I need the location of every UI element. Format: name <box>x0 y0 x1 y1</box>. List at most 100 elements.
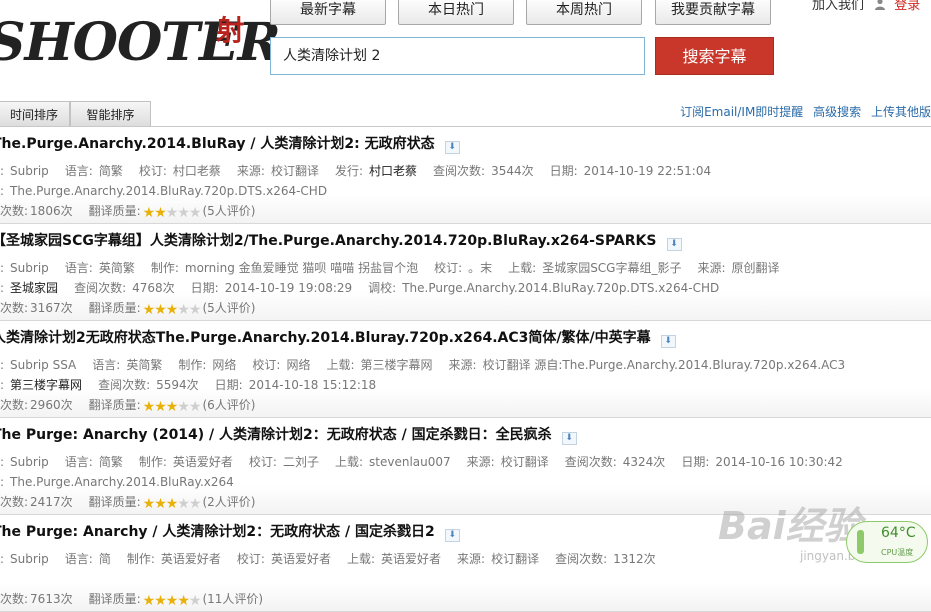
upload-link[interactable]: 上传其他版 <box>871 105 931 119</box>
meta-value[interactable]: 第三楼字幕网 <box>10 378 82 392</box>
star-filled-icon[interactable]: ★ <box>166 593 179 609</box>
meta-field: 调校: The.Purge.Anarchy.2014.BluRay.720p.DT… <box>368 279 719 296</box>
meta-value: 英简繁 <box>126 358 163 372</box>
meta-field: 校订: 。末 <box>434 259 492 276</box>
result-title-text[interactable]: 【圣城家园SCG字幕组】人类清除计划2/The.Purge.Anarchy.20… <box>0 233 657 249</box>
result-title-text[interactable]: 人类清除计划2无政府状态The.Purge.Anarchy.2014.Blura… <box>0 330 651 346</box>
download-icon[interactable]: ⬇ <box>666 238 682 251</box>
right-links: 订阅Email/IM即时提醒 高级搜索 上传其他版 <box>674 103 931 120</box>
result-stats-row: 载次数:3167次翻译质量:★★★★★(5人评价) <box>0 299 271 318</box>
join-link[interactable]: 加入我们 <box>812 0 864 13</box>
star-empty-icon[interactable]: ★ <box>189 302 202 318</box>
result-title[interactable]: The Purge: Anarchy / 人类清除计划2：无政府状态 / 国定杀… <box>0 521 460 542</box>
meta-label: 校订: <box>252 358 281 372</box>
star-filled-icon[interactable]: ★ <box>143 496 156 512</box>
download-icon[interactable]: ⬇ <box>561 432 577 445</box>
meta-value[interactable]: 第三楼字幕网 <box>361 358 433 372</box>
star-rating[interactable]: ★★★★★ <box>143 399 202 415</box>
result-title-text[interactable]: The Purge: Anarchy (2014) / 人类清除计划2：无政府状… <box>0 427 552 443</box>
download-count: 载次数:2417次 <box>0 493 73 510</box>
meta-label: 上载: <box>508 261 537 275</box>
download-icon[interactable]: ⬇ <box>444 141 460 154</box>
result-title[interactable]: 【圣城家园SCG字幕组】人类清除计划2/The.Purge.Anarchy.20… <box>0 230 682 251</box>
star-filled-icon[interactable]: ★ <box>166 302 179 318</box>
result-title-text[interactable]: The Purge: Anarchy / 人类清除计划2：无政府状态 / 国定杀… <box>0 524 435 540</box>
star-empty-icon[interactable]: ★ <box>177 205 190 221</box>
result-meta-row: 式:Subrip SSA语言:英简繁制作:网络校订:网络上载:第三楼字幕网来源:… <box>0 356 861 373</box>
star-rating[interactable]: ★★★★★ <box>143 302 202 318</box>
user-icon <box>875 0 886 10</box>
result-title[interactable]: The Purge: Anarchy (2014) / 人类清除计划2：无政府状… <box>0 424 577 445</box>
result-title[interactable]: 人类清除计划2无政府状态The.Purge.Anarchy.2014.Blura… <box>0 327 676 348</box>
site-logo[interactable]: SHOOTER 射 <box>0 6 281 76</box>
star-filled-icon[interactable]: ★ <box>166 496 179 512</box>
star-rating[interactable]: ★★★★★ <box>143 205 202 221</box>
meta-label: 制作: <box>178 358 207 372</box>
download-icon[interactable]: ⬇ <box>444 529 460 542</box>
star-filled-icon[interactable]: ★ <box>143 205 156 221</box>
star-empty-icon[interactable]: ★ <box>189 496 202 512</box>
star-filled-icon[interactable]: ★ <box>143 399 156 415</box>
result-meta-row: 式: Subrip 语言: 简繁 校订: 村口老蔡 来源: 校订翻译 发行: 村口老蔡 查阅次数: 3… <box>0 162 727 179</box>
meta-field: 语言: 简繁 <box>65 162 123 179</box>
advanced-search-link[interactable]: 高级搜索 <box>813 105 861 119</box>
meta-label: 式: <box>0 164 5 178</box>
result-stats-row: 载次数:2417次翻译质量:★★★★★(2人评价) <box>0 493 271 512</box>
meta-field: 式: Subrip <box>0 453 49 470</box>
star-empty-icon[interactable]: ★ <box>166 205 179 221</box>
quality-rating: 翻译质量: ★★★★★ (2人评价) <box>89 493 256 512</box>
meta-value[interactable]: 英语爱好者 <box>381 552 441 566</box>
meta-field: 日期: 2014-10-18 15:12:18 <box>215 376 377 393</box>
search-button[interactable]: 搜索字幕 <box>655 37 774 75</box>
meta-value: 校订翻译 <box>491 552 540 566</box>
meta-field: 查阅次数: 4324次 <box>565 453 666 470</box>
star-empty-icon[interactable]: ★ <box>189 399 202 415</box>
nav-latest-button[interactable]: 最新字幕 <box>270 0 386 25</box>
star-filled-icon[interactable]: ★ <box>166 399 179 415</box>
result-title[interactable]: The.Purge.Anarchy.2014.BluRay / 人类清除计划2:… <box>0 133 460 154</box>
search-input[interactable]: 人类清除计划 2 <box>270 37 645 75</box>
meta-label: 行: <box>0 281 5 295</box>
star-filled-icon[interactable]: ★ <box>154 496 167 512</box>
nav-contribute-button[interactable]: 我要贡献字幕 <box>655 0 771 25</box>
tab-time-sort[interactable]: 时间排序 <box>0 101 70 127</box>
meta-value[interactable]: 村口老蔡 <box>369 164 417 178</box>
cpu-temp-widget[interactable]: 64°C CPU温度 <box>846 521 928 563</box>
download-icon[interactable]: ⬇ <box>660 335 676 348</box>
download-count: 载次数:1806次 <box>0 202 73 219</box>
meta-value[interactable]: stevenlau007 <box>369 455 451 469</box>
star-filled-icon[interactable]: ★ <box>154 205 167 221</box>
star-filled-icon[interactable]: ★ <box>143 593 156 609</box>
nav-today-hot-button[interactable]: 本日热门 <box>398 0 514 25</box>
meta-value[interactable]: 圣城家园SCG字幕组_影子 <box>542 261 681 275</box>
login-link[interactable]: 登录 <box>894 0 920 13</box>
star-filled-icon[interactable]: ★ <box>154 399 167 415</box>
star-filled-icon[interactable]: ★ <box>143 302 156 318</box>
star-empty-icon[interactable]: ★ <box>177 399 190 415</box>
star-filled-icon[interactable]: ★ <box>177 593 190 609</box>
star-empty-icon[interactable]: ★ <box>189 205 202 221</box>
star-filled-icon[interactable]: ★ <box>154 593 167 609</box>
subscribe-link[interactable]: 订阅Email/IM即时提醒 <box>680 105 803 119</box>
star-empty-icon[interactable]: ★ <box>189 593 202 609</box>
star-empty-icon[interactable]: ★ <box>177 496 190 512</box>
tab-smart-sort[interactable]: 智能排序 <box>70 101 151 127</box>
meta-label: 来源: <box>457 552 486 566</box>
star-rating[interactable]: ★★★★★ <box>143 593 202 609</box>
meta-value[interactable]: 圣城家园 <box>10 281 58 295</box>
star-empty-icon[interactable]: ★ <box>177 302 190 318</box>
star-rating[interactable]: ★★★★★ <box>143 496 202 512</box>
star-filled-icon[interactable]: ★ <box>154 302 167 318</box>
meta-value: The.Purge.Anarchy.2014.BluRay.x264 <box>10 475 234 489</box>
meta-label: 来源: <box>448 358 477 372</box>
download-count: 载次数:3167次 <box>0 299 73 316</box>
download-count-label: 载次数: <box>0 398 29 412</box>
meta-value: morning 金鱼爱睡觉 猫呗 喵喵 拐盐冒个泡 <box>184 261 419 275</box>
nav-week-hot-button[interactable]: 本周热门 <box>526 0 642 25</box>
meta-field: 来源: 校订翻译 <box>457 550 539 567</box>
meta-field: 日期: 2014-10-16 10:30:42 <box>681 453 843 470</box>
review-count: (5人评价) <box>202 301 256 315</box>
meta-label: 调校: <box>368 281 397 295</box>
result-title-text[interactable]: The.Purge.Anarchy.2014.BluRay / 人类清除计划2:… <box>0 136 435 152</box>
meta-value: Subrip <box>10 261 49 275</box>
